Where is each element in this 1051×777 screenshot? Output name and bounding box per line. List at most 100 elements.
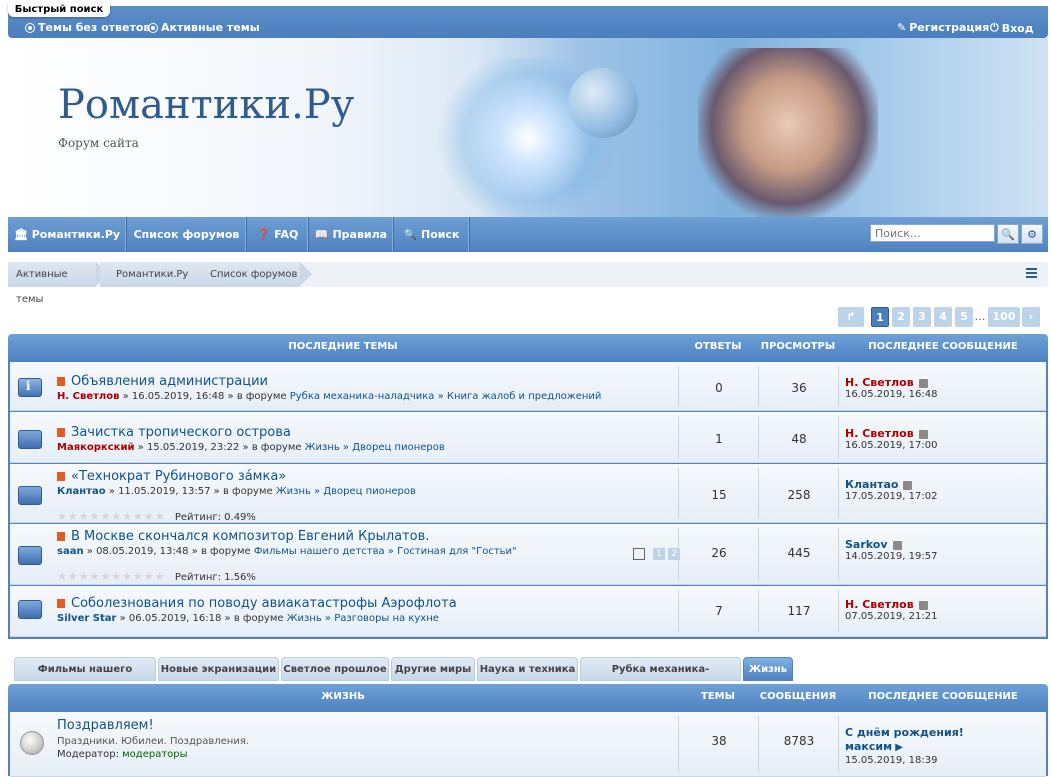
topic-author[interactable]: Клантао xyxy=(57,486,106,497)
tab-mechanic-room[interactable]: Рубка механика-наладчика xyxy=(580,657,741,699)
last-post: С днём рождения! максим ▶ 15.05.2019, 18… xyxy=(845,726,964,766)
table-row: Поздравляем! Праздники. Юбилеи. Поздравл… xyxy=(10,712,1046,777)
breadcrumb-home[interactable]: Романтики.Ру xyxy=(100,262,214,287)
nav-search[interactable]: 🔍 Поиск xyxy=(394,217,470,252)
topic-title[interactable]: Соболезнования по поводу авиакатастрофы … xyxy=(57,596,457,611)
search-input[interactable] xyxy=(870,224,995,242)
tab-films[interactable]: Фильмы нашего детства xyxy=(14,657,156,699)
topic-author[interactable]: Маякоркский xyxy=(57,442,134,453)
go-to-post-icon[interactable] xyxy=(892,540,902,550)
quick-search-tab[interactable]: Быстрый поиск xyxy=(8,3,110,17)
rating-stars[interactable]: ★★★★★★★★★★ xyxy=(57,510,166,523)
topic-file-icon xyxy=(57,472,65,481)
tab-bright-past[interactable]: Светлое прошлое xyxy=(281,657,389,681)
forum-life-header: ЖИЗНЬ ТЕМЫ СООБЩЕНИЯ ПОСЛЕДНЕЕ СООБЩЕНИЕ xyxy=(8,684,1048,710)
topic-forum-path[interactable]: Фильмы нашего детства » Гостиная для "Го… xyxy=(254,546,517,557)
page-4[interactable]: 4 xyxy=(934,307,952,327)
page-3[interactable]: 3 xyxy=(913,307,931,327)
nav-forum-list[interactable]: Список форумов xyxy=(127,217,247,252)
page-5[interactable]: 5 xyxy=(955,307,973,327)
unanswered-link[interactable]: Темы без ответов xyxy=(25,21,150,34)
reply-count: 26 xyxy=(711,546,727,560)
site-subtitle: Форум сайта xyxy=(58,136,139,150)
last-post: Н. Светлов 07.05.2019, 21:21 xyxy=(845,598,938,622)
edit-icon: ✎ xyxy=(897,21,907,34)
nav-faq[interactable]: ❓ FAQ xyxy=(247,217,309,252)
nav-home[interactable]: 🏛 Романтики.Ру xyxy=(8,217,127,252)
active-topics-link[interactable]: Активные темы xyxy=(148,21,260,34)
col-forum-name: ЖИЗНЬ xyxy=(321,691,365,702)
breadcrumb-active-topics[interactable]: Активные темы xyxy=(8,262,108,305)
topic-read-icon xyxy=(18,600,42,619)
last-post: Н. Светлов 16.05.2019, 16:48 xyxy=(845,376,938,400)
last-post-author[interactable]: Sarkov xyxy=(845,538,888,551)
tab-life[interactable]: Жизнь xyxy=(743,657,793,681)
table-row: i Объявления администрации Н. Светлов » … xyxy=(10,362,1046,411)
jump-to-page-button[interactable]: ↱ xyxy=(838,307,864,327)
col-views: ПРОСМОТРЫ xyxy=(760,341,836,352)
topic-forum-path[interactable]: Жизнь » Разговоры на кухне xyxy=(287,613,439,624)
reply-count: 1 xyxy=(715,432,723,446)
page-last[interactable]: 100 xyxy=(988,307,1020,327)
topic-forum-path[interactable]: Рубка механика-наладчика » Книга жалоб и… xyxy=(290,391,602,402)
forum-read-icon xyxy=(20,731,44,755)
bank-icon: 🏛 xyxy=(13,228,28,241)
search-icon: 🔍 xyxy=(1001,227,1015,241)
topic-page-1[interactable]: 1 xyxy=(653,548,665,560)
play-icon[interactable]: ▶ xyxy=(895,742,903,753)
last-post-author[interactable]: Н. Светлов xyxy=(845,427,914,440)
tab-science[interactable]: Наука и техника xyxy=(477,657,578,681)
topic-pages: 1 2 xyxy=(633,548,680,560)
table-row: Зачистка тропического острова Маякоркски… xyxy=(10,412,1046,463)
view-count: 258 xyxy=(787,488,811,502)
topic-title[interactable]: Объявления администрации xyxy=(57,374,268,389)
circle-dot-icon xyxy=(25,22,35,33)
topic-title[interactable]: «Технократ Рубинового за́мка» xyxy=(57,469,286,484)
topic-title[interactable]: Зачистка тропического острова xyxy=(57,425,291,440)
register-link[interactable]: ✎ Регистрация xyxy=(897,21,989,34)
topic-read-icon xyxy=(18,486,42,505)
search-button[interactable]: 🔍 xyxy=(997,224,1019,244)
forum-title[interactable]: Поздравляем! xyxy=(57,718,154,733)
login-link[interactable]: ⏻ Вход xyxy=(990,21,1034,35)
page-1[interactable]: 1 xyxy=(871,307,889,327)
topic-forum-path[interactable]: Жизнь » Дворец пионеров xyxy=(305,442,445,453)
nav-rules[interactable]: 📖 Правила xyxy=(309,217,394,252)
gear-icon: ⚙ xyxy=(1027,227,1037,241)
topic-file-icon xyxy=(57,428,65,437)
moderator-link[interactable]: модераторы xyxy=(122,749,187,760)
topic-title[interactable]: В Москве скончался композитор Евгений Кр… xyxy=(57,529,429,544)
last-post-title[interactable]: С днём рождения! xyxy=(845,726,964,739)
last-post-author[interactable]: Н. Светлов xyxy=(845,598,914,611)
tab-other-worlds[interactable]: Другие миры xyxy=(391,657,475,681)
pages-icon xyxy=(633,548,645,560)
tab-new-adaptations[interactable]: Новые экранизации xyxy=(158,657,279,681)
page-2[interactable]: 2 xyxy=(892,307,910,327)
view-count: 48 xyxy=(791,432,807,446)
last-post-author[interactable]: Н. Светлов xyxy=(845,376,914,389)
topic-author[interactable]: saan xyxy=(57,546,84,557)
topic-file-icon xyxy=(57,532,65,541)
last-post-author[interactable]: Клантао xyxy=(845,478,898,491)
breadcrumb-forum-list[interactable]: Список форумов xyxy=(198,262,312,287)
topic-author[interactable]: Н. Светлов xyxy=(57,391,119,402)
menu-icon[interactable] xyxy=(1026,268,1037,280)
col-recent-topics: ПОСЛЕДНИЕ ТЕМЫ xyxy=(288,341,398,352)
last-post-author[interactable]: максим xyxy=(845,740,892,753)
post-count: 8783 xyxy=(783,734,815,748)
topic-forum-path[interactable]: Жизнь » Дворец пионеров xyxy=(276,486,416,497)
site-title[interactable]: Романтики.Ру xyxy=(58,82,354,128)
topic-meta: Н. Светлов » 16.05.2019, 16:48 » в форум… xyxy=(57,391,602,402)
banner-girl-with-headphones xyxy=(698,48,878,217)
topic-file-icon xyxy=(57,599,65,608)
topic-author[interactable]: Silver Star xyxy=(57,613,116,624)
view-count: 36 xyxy=(791,381,807,395)
go-to-post-icon[interactable] xyxy=(903,480,913,490)
advanced-search-button[interactable]: ⚙ xyxy=(1021,224,1043,244)
go-to-post-icon[interactable] xyxy=(918,378,928,388)
next-page-button[interactable]: › xyxy=(1022,307,1040,327)
go-to-post-icon[interactable] xyxy=(918,600,928,610)
rating-stars[interactable]: ★★★★★★★★★★ xyxy=(57,570,166,583)
topic-read-icon xyxy=(18,430,42,449)
go-to-post-icon[interactable] xyxy=(918,429,928,439)
